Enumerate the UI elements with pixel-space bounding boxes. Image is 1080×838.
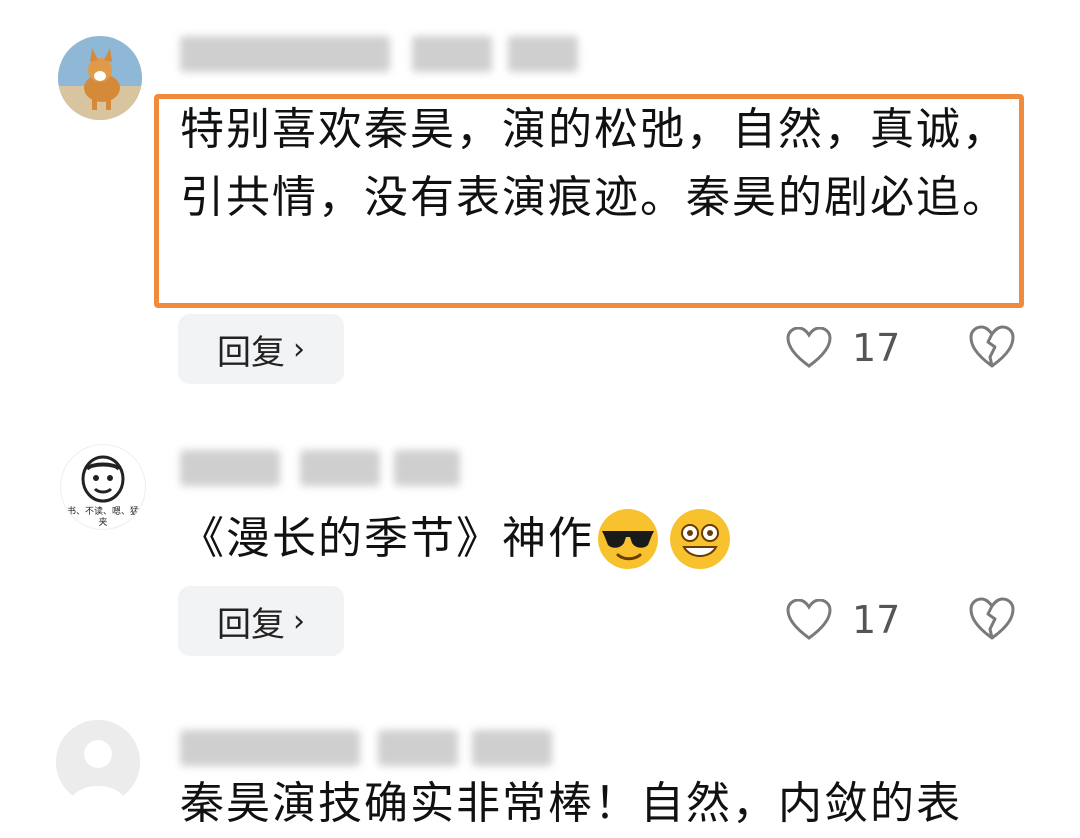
- avatar-caption: 书、不读、嗯、猛夹: [67, 507, 140, 528]
- heart-icon: [786, 327, 832, 368]
- like-button[interactable]: 17: [786, 590, 900, 650]
- corgi-avatar-icon: [58, 36, 142, 120]
- username-blurred: [180, 450, 480, 486]
- comment-text: 特别喜欢秦昊，演的松弛，自然，真诚，引共情，没有表演痕迹。秦昊的剧必追。: [180, 104, 1008, 223]
- like-count: 17: [852, 598, 901, 642]
- avatar[interactable]: [56, 720, 140, 804]
- broken-heart-icon[interactable]: [968, 324, 1016, 372]
- comment-text: 秦昊演技确实非常棒！自然，内敛的表: [180, 778, 962, 829]
- comment-text-row: 《漫长的季节》神作: [180, 504, 1010, 574]
- avatar[interactable]: 书、不读、嗯、猛夹: [60, 444, 146, 530]
- reply-button[interactable]: 回复 ›: [178, 314, 344, 384]
- grinning-emoji-icon: [670, 509, 730, 569]
- default-avatar-icon: [56, 720, 140, 804]
- chevron-right-icon: ›: [293, 331, 305, 367]
- comment-item: 书、不读、嗯、猛夹 《漫长的季节》神作 回复 › 17: [0, 400, 1080, 700]
- username-blurred: [180, 730, 580, 766]
- reply-label: 回复: [217, 332, 285, 373]
- comment-item: 秦昊演技确实非常棒！自然，内敛的表: [0, 700, 1080, 829]
- broken-heart-icon[interactable]: [968, 596, 1016, 644]
- comment-item: 特别喜欢秦昊，演的松弛，自然，真诚，引共情，没有表演痕迹。秦昊的剧必追。 回复 …: [0, 0, 1080, 400]
- username-blurred: [180, 36, 580, 72]
- sunglasses-emoji-icon: [598, 509, 658, 569]
- comment-text: 《漫长的季节》神作: [180, 513, 594, 564]
- avatar[interactable]: [58, 36, 142, 120]
- reply-button[interactable]: 回复 ›: [178, 586, 344, 656]
- heart-icon: [786, 599, 832, 640]
- like-count: 17: [852, 326, 901, 370]
- chevron-right-icon: ›: [293, 603, 305, 639]
- like-button[interactable]: 17: [786, 318, 900, 378]
- reply-label: 回复: [217, 604, 285, 645]
